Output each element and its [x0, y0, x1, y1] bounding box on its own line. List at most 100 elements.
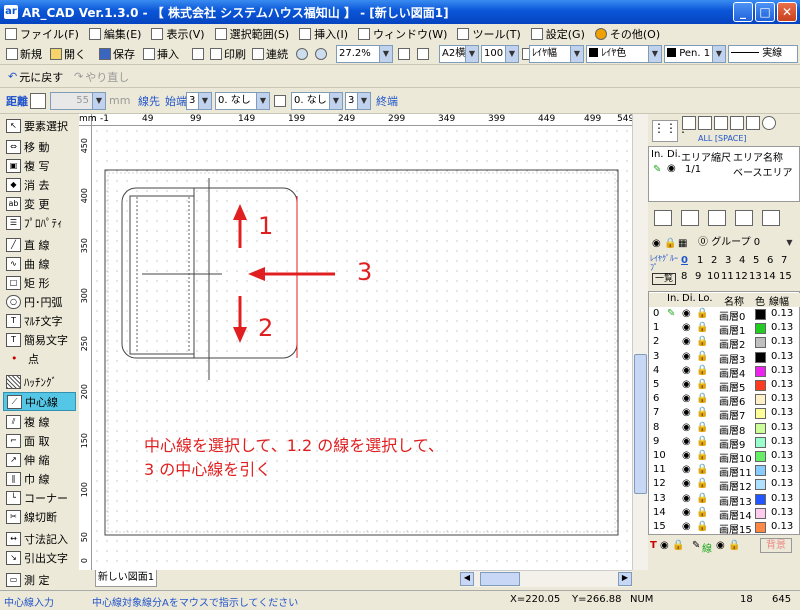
eye-icon[interactable]: ◉	[682, 351, 691, 362]
menu-selection[interactable]: 選択範囲(S)	[210, 26, 295, 42]
horizontal-scrollbar[interactable]: ◀ ▶	[460, 570, 632, 587]
eye-icon[interactable]: ◉	[682, 365, 691, 376]
eye-icon[interactable]: ◉	[682, 308, 691, 319]
layer-width[interactable]: 0.13	[771, 322, 793, 333]
layer-name[interactable]: 画層10	[719, 450, 752, 465]
layer-color-swatch[interactable]	[755, 479, 766, 491]
layer-name[interactable]: 画層14	[719, 507, 752, 522]
eye-icon[interactable]: ◉	[660, 540, 669, 551]
layer-row[interactable]: 2 ◉ 🔒 画層2 0.13	[649, 336, 800, 351]
zoom-in-button[interactable]	[294, 44, 310, 63]
lock-icon[interactable]: 🔒	[696, 308, 708, 319]
lock-icon[interactable]: 🔒	[696, 493, 708, 504]
lock-icon[interactable]: 🔒	[696, 351, 708, 362]
layer-color-swatch[interactable]	[755, 309, 766, 320]
group-number[interactable]: 11	[721, 271, 734, 282]
snap-arc-icon[interactable]	[746, 116, 760, 130]
lock-icon[interactable]: 🔒	[696, 322, 708, 333]
paper-size-select[interactable]: A2横 ▼	[439, 45, 479, 63]
tool-select[interactable]: ↖ 要素選択	[3, 116, 76, 135]
eye-icon[interactable]: ◉	[682, 521, 691, 532]
snap-grid-icon[interactable]	[682, 116, 696, 130]
background-button[interactable]: 背景	[760, 538, 792, 553]
layer-color-swatch[interactable]	[755, 380, 766, 391]
layer-color-swatch[interactable]	[755, 337, 766, 349]
menu-view[interactable]: 表示(V)	[146, 26, 209, 42]
layer-width[interactable]: 0.13	[771, 308, 793, 319]
list-all-button[interactable]: 一覧	[652, 273, 676, 285]
layer-width[interactable]: 0.13	[771, 351, 793, 362]
pen-select[interactable]: Pen. 1 ▼	[664, 45, 726, 63]
layer-row[interactable]: 11 ◉ 🔒 画層11 0.13	[649, 464, 800, 479]
layer-row[interactable]: 6 ◉ 🔒 画層6 0.13	[649, 393, 800, 408]
new-button[interactable]: 新規	[4, 44, 44, 63]
layer-width[interactable]: 0.13	[771, 450, 793, 461]
layer-row[interactable]: 7 ◉ 🔒 画層7 0.13	[649, 407, 800, 422]
group-number[interactable]: 2	[711, 255, 717, 266]
group-number[interactable]: 12	[735, 271, 748, 282]
layer-name[interactable]: 画層8	[719, 422, 745, 437]
lock-icon[interactable]: 🔒	[728, 540, 740, 551]
layer-row[interactable]: 13 ◉ 🔒 画層13 0.13	[649, 493, 800, 508]
layer-row[interactable]: 0 ✎ ◉ 🔒 画層0 0.13	[649, 308, 800, 323]
fit-view-button[interactable]	[415, 44, 431, 63]
scroll-right-arrow[interactable]: ▶	[618, 572, 632, 586]
line-type-select[interactable]: 実線	[728, 45, 798, 63]
layer-name[interactable]: 画層7	[719, 407, 745, 422]
menu-edit[interactable]: 編集(E)	[84, 26, 147, 42]
scroll-thumb[interactable]	[480, 572, 520, 586]
layer-name[interactable]: 画層15	[719, 521, 752, 536]
redo-button[interactable]: ↷ やり直し	[72, 67, 131, 86]
print-preview-button[interactable]	[190, 44, 206, 63]
eye-icon[interactable]: ◉	[682, 493, 691, 504]
group-number[interactable]: 8	[681, 271, 687, 282]
group-number[interactable]: 1	[697, 255, 703, 266]
tool-width-line[interactable]: ∥ 巾 線	[3, 469, 76, 488]
tool-hatching[interactable]: ﾊｯﾁﾝｸﾞ	[3, 372, 76, 391]
layer-name[interactable]: 画層3	[719, 351, 745, 366]
tool-rectangle[interactable]: □ 矩 形	[3, 273, 76, 292]
save-button[interactable]: 保存	[97, 44, 137, 63]
tool-leader-text[interactable]: ↘ 引出文字	[3, 548, 76, 567]
print-button[interactable]: 印刷	[208, 44, 248, 63]
end-type-select[interactable]: 0. なし ▼	[291, 92, 343, 110]
tab-drawing[interactable]: 新しい図面1	[95, 570, 157, 587]
layer-name[interactable]: 画層0	[719, 308, 745, 323]
lock-icon[interactable]: 🔒	[696, 436, 708, 447]
group-number[interactable]: 15	[779, 271, 792, 282]
eye-icon[interactable]: ◉	[682, 336, 691, 347]
layer-color-swatch[interactable]	[755, 493, 766, 505]
tool-simple-text[interactable]: T 簡易文字	[3, 330, 76, 349]
eye-icon[interactable]: ◉	[682, 507, 691, 518]
layer-color-swatch[interactable]	[755, 365, 766, 377]
eye-icon[interactable]: ◉	[682, 422, 691, 433]
lock-icon[interactable]: 🔒	[664, 238, 676, 249]
tool-parallel-line[interactable]: ⫽ 複 線	[3, 412, 76, 431]
group-number[interactable]: 6	[767, 255, 773, 266]
layer-width[interactable]: 0.13	[771, 422, 793, 433]
layer-color-select[interactable]: ﾚｲﾔ色 ▼	[586, 45, 662, 63]
group-select[interactable]: ⓪ グループ 0 ▼	[696, 235, 796, 253]
zoom-select[interactable]: 27.2% ▼	[336, 45, 393, 63]
layer-width[interactable]: 0.13	[771, 379, 793, 390]
eye-icon[interactable]: ◉	[682, 464, 691, 475]
eye-icon[interactable]: ◉	[682, 436, 691, 447]
lock-icon[interactable]: 🔒	[696, 365, 708, 376]
layer-width[interactable]: 0.13	[771, 336, 793, 347]
menu-other[interactable]: その他(O)	[590, 26, 665, 42]
area-name[interactable]: ベースエリア	[733, 164, 793, 179]
maximize-button[interactable]: □	[755, 2, 775, 22]
lock-icon[interactable]: 🔒	[696, 521, 708, 532]
group-number[interactable]: 3	[725, 255, 731, 266]
area-delete-icon[interactable]	[762, 210, 780, 226]
layer-row[interactable]: 8 ◉ 🔒 画層8 0.13	[649, 422, 800, 437]
area-edit-icon[interactable]	[708, 210, 726, 226]
snap-end-icon[interactable]	[714, 116, 728, 130]
menu-insert[interactable]: 挿入(I)	[294, 26, 353, 42]
vertical-scrollbar[interactable]	[632, 114, 648, 570]
tool-multi-text[interactable]: T ﾏﾙﾁ文字	[3, 311, 76, 330]
scroll-left-arrow[interactable]: ◀	[460, 572, 474, 586]
layer-name[interactable]: 画層1	[719, 322, 745, 337]
drawing-canvas[interactable]: 1 2 3 中心線を選択して、1.2 の線を選択して、 3 の中心線を引く	[92, 126, 632, 570]
scale-select[interactable]: 100 ▼	[481, 45, 519, 63]
